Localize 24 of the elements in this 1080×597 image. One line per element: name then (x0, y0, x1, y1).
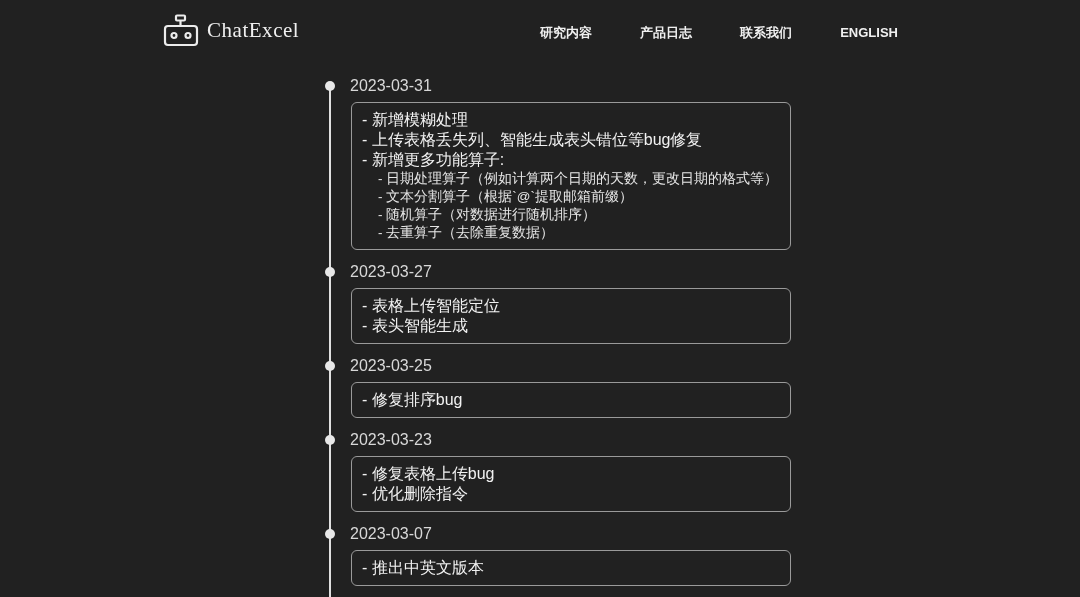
changelog-subitem: - 文本分割算子（根据`@`提取邮箱前缀） (378, 188, 634, 206)
nav-link[interactable]: 联系我们 (740, 23, 793, 43)
nav-link[interactable]: 产品日志 (640, 23, 693, 43)
entry-date: 2023-03-27 (350, 262, 432, 282)
changelog-subitem: - 日期处理算子（例如计算两个日期的天数，更改日期的格式等） (378, 170, 780, 188)
changelog-item: - 表格上传智能定位 (362, 296, 501, 316)
logo-text[interactable]: ChatExcel (207, 15, 300, 47)
robot-icon (163, 14, 199, 48)
changelog-item: - 上传表格丢失列、智能生成表头错位等bug修复 (362, 130, 704, 150)
changelog-item: - 修复排序bug (362, 390, 464, 410)
changelog-subitem: - 去重算子（去除重复数据） (378, 224, 556, 242)
changelog-item: - 优化删除指令 (362, 484, 469, 504)
entry-date: 2023-03-23 (350, 430, 432, 450)
nav-link[interactable]: 研究内容 (540, 23, 593, 43)
changelog-item: - 新增更多功能算子: (362, 150, 506, 170)
entry-date: 2023-03-07 (350, 524, 432, 544)
nav-link[interactable]: ENGLISH (840, 23, 898, 43)
changelog-item: - 表头智能生成 (362, 316, 469, 336)
changelog-item: - 修复表格上传bug (362, 464, 496, 484)
changelog-item: - 新增模糊处理 (362, 110, 469, 130)
changelog-subitem: - 随机算子（对数据进行随机排序） (378, 206, 598, 224)
entry-date: 2023-03-31 (350, 76, 432, 96)
changelog-item: - 推出中英文版本 (362, 558, 485, 578)
entry-date: 2023-03-25 (350, 356, 432, 376)
